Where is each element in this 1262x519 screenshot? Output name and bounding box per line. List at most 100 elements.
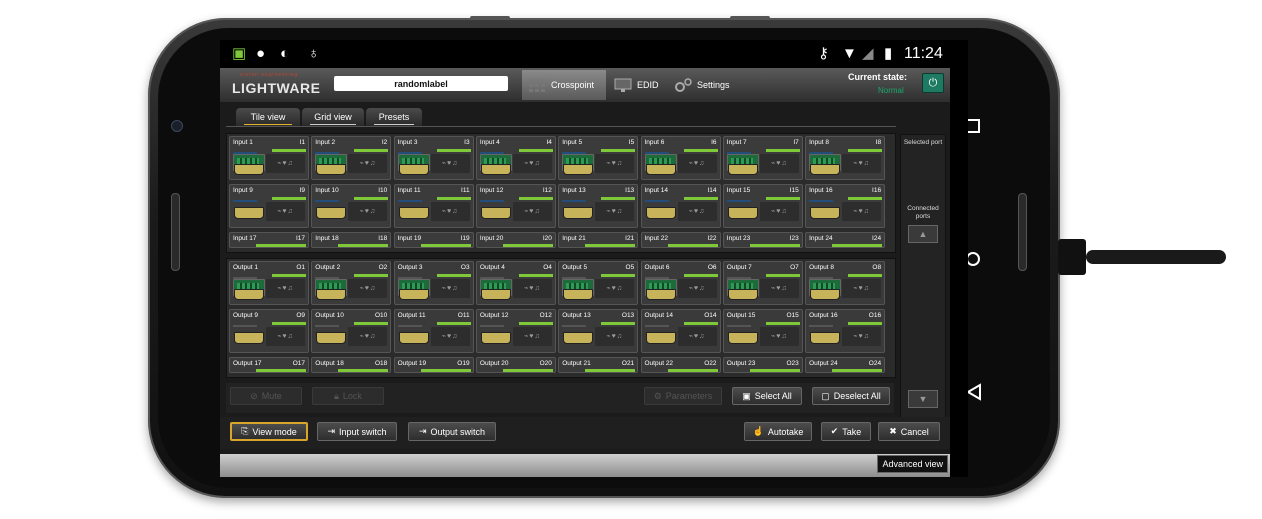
output-name: Output 2 [315,264,341,271]
input-id: I13 [625,187,635,194]
signal-type-icons: ⌁♥♫ [759,279,799,298]
logo-text: LIGHTWARE [232,80,321,96]
input-tile[interactable]: Input 19 I19 [393,232,474,248]
input-tile[interactable]: Input 22 I22 [640,232,721,248]
usb-cable [1086,250,1226,264]
input-tile[interactable]: Input 8 I8 ⌁♥♫ [805,136,886,180]
input-tile[interactable]: Input 20 I20 [475,232,556,248]
output-tile[interactable]: Output 9 O9 ⌁♥♫ [229,309,309,353]
output-tile[interactable]: Output 20 O20 [475,357,556,373]
power-button[interactable]: ⏻ [922,73,944,93]
output-tile[interactable]: Output 3 O3 ⌁♥♫ [393,261,474,305]
hdmi-connector-icon [316,164,347,175]
button-label: View mode [252,426,297,437]
hdmi-connector-icon [480,207,511,219]
input-tile[interactable]: Input 7 I7 ⌁♥♫ [722,136,803,180]
tab-settings[interactable]: Settings [668,70,742,100]
output-tile[interactable]: Output 15 O15 ⌁♥♫ [722,309,803,353]
tab-edid[interactable]: EDID [608,70,666,100]
tab-tile-view[interactable]: Tile view [236,108,300,126]
input-tile[interactable]: Input 9 I9 ⌁♥♫ [229,184,309,228]
device-label-field[interactable] [334,76,508,91]
output-tile[interactable]: Output 6 O6 ⌁♥♫ [640,261,721,305]
hdmi-connector-icon [234,289,264,300]
tab-crosspoint[interactable]: Crosspoint [522,70,606,100]
output-id: O19 [457,360,470,367]
select-all-button[interactable]: ▣ Select All [732,387,802,405]
signal-bar [338,369,389,372]
output-tile[interactable]: Output 1 O1 ⌁♥♫ [229,261,309,305]
input-tile[interactable]: Input 6 I6 ⌁♥♫ [640,136,721,180]
output-tile[interactable]: Output 10 O10 ⌁♥♫ [311,309,392,353]
output-id: O4 [543,264,552,271]
output-tile[interactable]: Output 21 O21 [558,357,639,373]
input-tile[interactable]: Input 1 I1 ⌁♥♫ [229,136,309,180]
input-tile[interactable]: Input 13 I13 ⌁♥♫ [558,184,639,228]
output-tile[interactable]: Output 11 O11 ⌁♥♫ [393,309,474,353]
clock: 11:24 [904,45,943,62]
output-tile[interactable]: Output 22 O22 [640,357,721,373]
scroll-down-button[interactable]: ▼ [908,390,938,408]
scroll-up-button[interactable]: ▲ [908,225,938,243]
signal-bar [436,149,471,152]
input-id: I16 [872,187,882,194]
tab-label: Presets [378,112,410,122]
input-switch-button[interactable]: ⇥ Input switch [317,422,397,441]
input-tile[interactable]: Input 4 I4 ⌁♥♫ [475,136,556,180]
output-tile[interactable]: Output 14 O14 ⌁♥♫ [640,309,721,353]
input-id: I9 [299,187,305,194]
signal-bar [667,244,718,247]
tab-label: Grid view [314,112,352,122]
input-tile[interactable]: Input 16 I16 ⌁♥♫ [805,184,886,228]
tab-presets[interactable]: Presets [366,108,422,126]
advanced-view-button[interactable]: Advanced view [877,455,948,473]
output-id: O7 [790,264,799,271]
input-tile[interactable]: Input 12 I12 ⌁♥♫ [475,184,556,228]
hdmi-connector-icon [480,164,511,175]
signal-type-icons: ⌁♥♫ [677,279,717,298]
input-tile[interactable]: Input 10 I10 ⌁♥♫ [311,184,392,228]
output-tile[interactable]: Output 23 O23 [722,357,803,373]
input-tile[interactable]: Input 14 I14 ⌁♥♫ [640,184,721,228]
cancel-button[interactable]: ✖ Cancel [878,422,940,441]
output-tile[interactable]: Output 24 O24 [805,357,886,373]
parameters-button[interactable]: ⚙ Parameters [644,387,722,405]
output-switch-button[interactable]: ⇥ Output switch [408,422,496,441]
output-tile[interactable]: Output 13 O13 ⌁♥♫ [558,309,639,353]
output-tile[interactable]: Output 18 O18 [311,357,392,373]
autotake-button[interactable]: ☝ Autotake [744,422,812,441]
output-tile[interactable]: Output 8 O8 ⌁♥♫ [805,261,886,305]
input-name: Input 6 [644,139,665,146]
lock-button[interactable]: 🔒︎ Lock [312,387,384,405]
output-tile[interactable]: Output 16 O16 ⌁♥♫ [805,309,886,353]
output-name: Output 17 [233,360,262,367]
output-tile[interactable]: Output 4 O4 ⌁♥♫ [475,261,556,305]
hdmi-connector-icon [480,332,511,344]
view-mode-button[interactable]: ⎘ View mode [230,422,308,441]
input-tile[interactable]: Input 18 I18 [311,232,392,248]
output-id: O10 [375,312,388,319]
take-button[interactable]: ✔ Take [821,422,871,441]
tab-grid-view[interactable]: Grid view [302,108,364,126]
output-tile[interactable]: Output 2 O2 ⌁♥♫ [311,261,392,305]
deselect-all-button[interactable]: ▢ Deselect All [812,387,890,405]
phone-screen: ▣ ● ◐ ♁ ⚷ ▼ ◢ ▮ 11:24 vision engineering… [220,40,968,477]
selected-port-label: Selected port [903,139,943,146]
input-tile[interactable]: Input 17 I17 [229,232,309,248]
output-tile[interactable]: Output 17 O17 [229,357,309,373]
input-tile[interactable]: Input 11 I11 ⌁♥♫ [393,184,474,228]
input-tile[interactable]: Input 15 I15 ⌁♥♫ [722,184,803,228]
input-tile[interactable]: Input 2 I2 ⌁♥♫ [311,136,392,180]
input-tile[interactable]: Input 21 I21 [558,232,639,248]
output-id: O15 [786,312,799,319]
output-tile[interactable]: Output 7 O7 ⌁♥♫ [722,261,803,305]
mute-button[interactable]: ⊘ Mute [230,387,302,405]
input-tile[interactable]: Input 5 I5 ⌁♥♫ [558,136,639,180]
output-tile[interactable]: Output 12 O12 ⌁♥♫ [475,309,556,353]
input-tile[interactable]: Input 23 I23 [722,232,803,248]
output-tile[interactable]: Output 5 O5 ⌁♥♫ [558,261,639,305]
output-tile[interactable]: Output 19 O19 [393,357,474,373]
input-tile[interactable]: Input 3 I3 ⌁♥♫ [393,136,474,180]
input-name: Input 19 [397,235,422,242]
input-tile[interactable]: Input 24 I24 [805,232,886,248]
